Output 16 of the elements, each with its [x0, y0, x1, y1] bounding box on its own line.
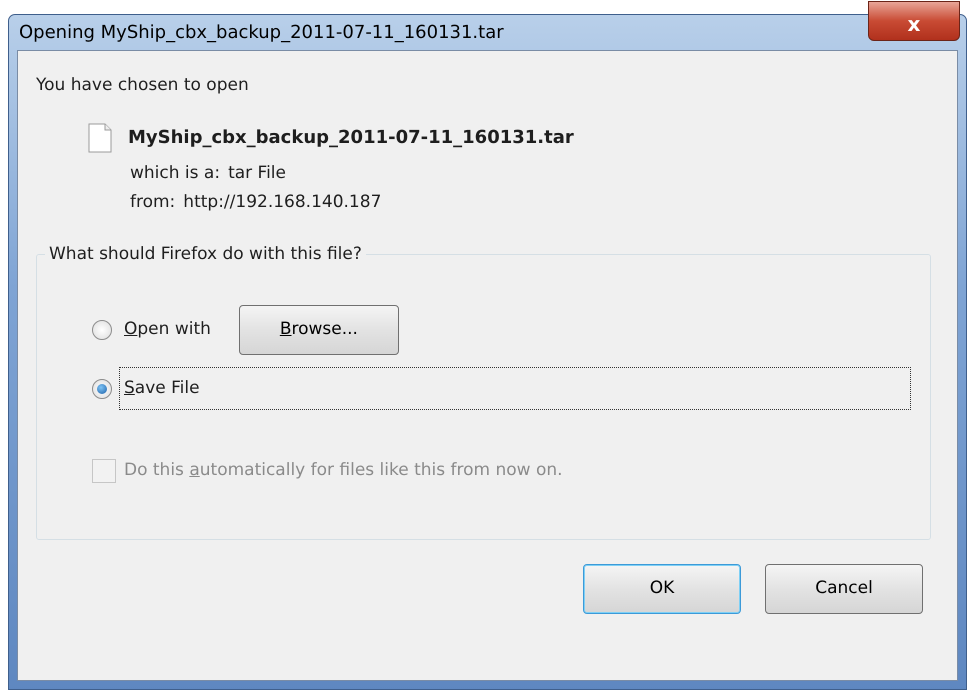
radio-label[interactable]: Save File [120, 368, 910, 410]
source-url: http://192.168.140.187 [183, 191, 382, 214]
radio-button[interactable] [92, 378, 112, 398]
file-icon [88, 122, 112, 152]
ok-button[interactable]: OK [583, 564, 741, 614]
source-label: from: [130, 191, 176, 214]
intro-text: You have chosen to open [36, 74, 250, 97]
file-name: MyShip_cbx_backup_2011-07-11_160131.tar [128, 126, 574, 150]
close-button[interactable]: x [868, 1, 960, 41]
window-title: Opening MyShip_cbx_backup_2011-07-11_160131.tar [18, 21, 504, 45]
radio-button[interactable] [92, 320, 112, 340]
cancel-button[interactable]: Cancel [765, 564, 923, 614]
file-type: tar File [228, 162, 286, 184]
browse-button[interactable]: Browse... [238, 304, 399, 354]
type-label: which is a: [130, 162, 220, 184]
radio-label[interactable]: Open with [120, 308, 215, 350]
